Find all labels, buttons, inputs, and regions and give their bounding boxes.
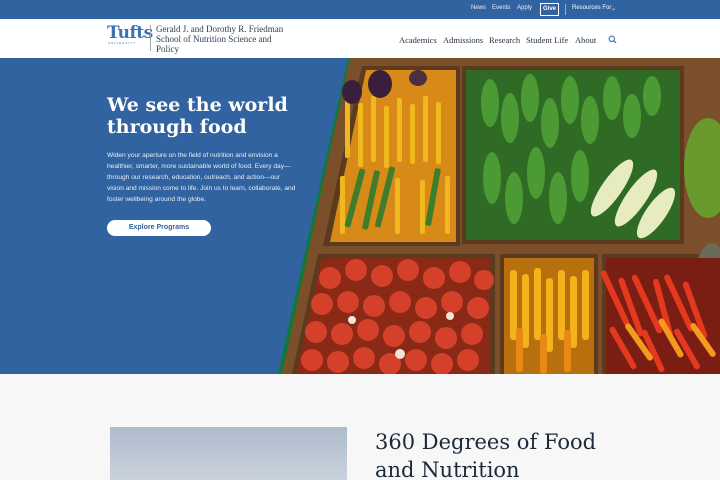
nav-about[interactable]: About [575, 35, 596, 45]
explore-programs-button[interactable]: Explore Programs [107, 220, 211, 236]
events-link[interactable]: Events [492, 5, 510, 11]
nav-admissions[interactable]: Admissions [443, 35, 483, 45]
tufts-logo-subtitle: UNIVERSITY [108, 41, 137, 45]
hero-banner: We see the world through food Widen your… [0, 58, 720, 374]
nav-student-life[interactable]: Student Life [526, 35, 568, 45]
utility-bar: News Events Apply Give Resources For ⌄ [0, 0, 720, 19]
give-button[interactable]: Give [540, 3, 559, 16]
news-link[interactable]: News [471, 5, 486, 11]
tufts-logo[interactable]: Tufts [107, 23, 153, 43]
nav-academics[interactable]: Academics [399, 35, 437, 45]
hero-title: We see the world through food [107, 94, 288, 138]
utility-divider [565, 4, 566, 15]
search-icon[interactable] [608, 35, 617, 44]
hero-description: Widen your aperture on the field of nutr… [107, 152, 296, 203]
section-heading: 360 Degrees of Food and Nutrition [375, 430, 597, 480]
logo-divider [150, 25, 151, 51]
apply-link[interactable]: Apply [517, 5, 532, 11]
site-header: Tufts UNIVERSITY Gerald J. and Dorothy R… [0, 19, 720, 58]
feature-photo [110, 427, 347, 480]
school-name[interactable]: Gerald J. and Dorothy R. Friedman School… [156, 24, 286, 54]
resources-for-menu[interactable]: Resources For [572, 5, 611, 11]
content-section: 360 Degrees of Food and Nutrition [0, 374, 720, 480]
chevron-down-icon[interactable]: ⌄ [611, 5, 616, 12]
nav-research[interactable]: Research [489, 35, 520, 45]
